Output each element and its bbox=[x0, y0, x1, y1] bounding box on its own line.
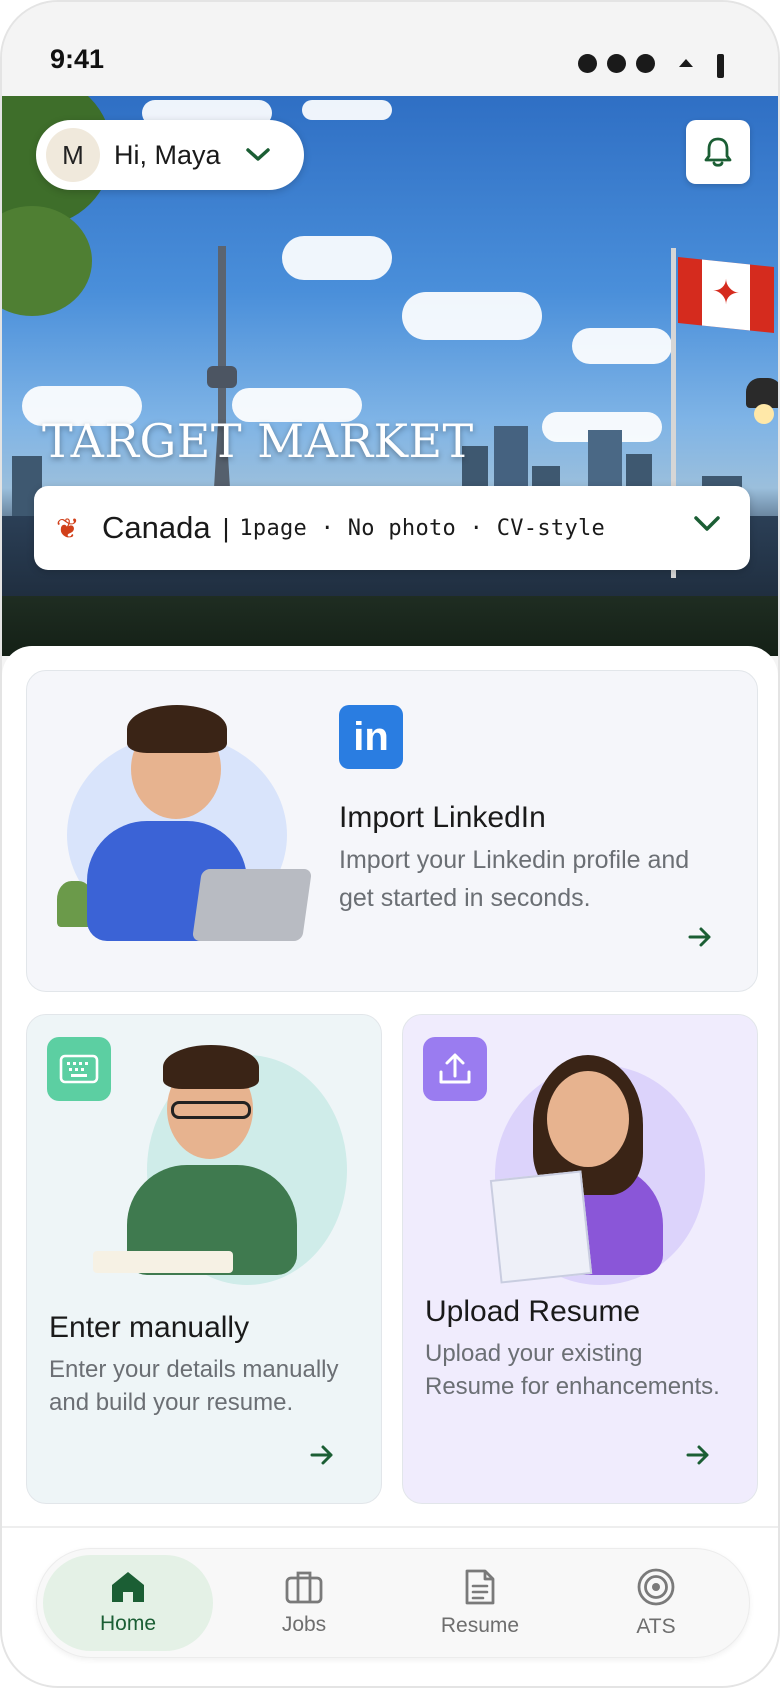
signal-dot-icon bbox=[607, 53, 626, 73]
briefcase-icon bbox=[285, 1571, 323, 1604]
hero-banner: ✦ M Hi, Maya TARGET MARKET ❦ Canada | 1p… bbox=[2, 96, 778, 656]
nav-label: Resume bbox=[440, 1614, 520, 1637]
signal-dot-icon bbox=[578, 53, 597, 73]
linkedin-icon: in bbox=[339, 705, 403, 769]
target-market-select[interactable]: ❦ Canada | 1page · No photo · CV-style bbox=[34, 486, 750, 570]
notebook-icon bbox=[93, 1251, 233, 1273]
card-title: Upload Resume bbox=[425, 1295, 641, 1328]
phone-frame: 9:41 ✦ M Hi, Maya TARGET MARKET ❦ Canada… bbox=[0, 0, 780, 1688]
chevron-down-icon bbox=[245, 148, 270, 161]
home-icon bbox=[112, 1572, 144, 1602]
tree-foliage bbox=[2, 206, 92, 316]
profile-menu-button[interactable]: M Hi, Maya bbox=[36, 120, 304, 190]
nav-item-resume[interactable]: Resume bbox=[395, 1555, 565, 1651]
nav-label: ATS bbox=[636, 1615, 676, 1638]
card-description: Upload your existing Resume for enhancem… bbox=[425, 1340, 720, 1400]
greeting-text: Hi, Maya bbox=[114, 139, 221, 170]
card-description: Enter your details manually and build yo… bbox=[49, 1356, 339, 1416]
notifications-button[interactable] bbox=[686, 120, 750, 184]
bell-icon bbox=[704, 137, 732, 167]
nav-label: Jobs bbox=[281, 1613, 327, 1636]
section-title: TARGET MARKET bbox=[42, 414, 474, 468]
resume-document-icon bbox=[489, 1170, 593, 1284]
market-details: 1page · No photo · CV-style bbox=[239, 515, 606, 541]
target-icon bbox=[637, 1568, 675, 1606]
market-separator: | bbox=[222, 512, 230, 543]
person-hair bbox=[127, 705, 227, 753]
upload-icon bbox=[423, 1037, 487, 1101]
status-bar: 9:41 bbox=[2, 2, 778, 96]
keyboard-icon bbox=[47, 1037, 111, 1101]
arrow-right-icon[interactable] bbox=[685, 1443, 711, 1467]
cloud-shape bbox=[282, 236, 392, 280]
chevron-down-icon bbox=[694, 516, 720, 531]
card-description: Import your Linkedin profile and get sta… bbox=[339, 846, 690, 912]
card-title: Import LinkedIn bbox=[339, 801, 546, 834]
import-linkedin-card[interactable]: in Import LinkedIn Import your Linkedin … bbox=[26, 670, 758, 992]
cloud-shape bbox=[402, 292, 542, 340]
arrow-right-icon[interactable] bbox=[687, 925, 713, 949]
laptop-icon bbox=[191, 869, 313, 941]
cloud-shape bbox=[302, 100, 392, 120]
nav-item-home[interactable]: Home bbox=[43, 1555, 213, 1651]
status-icons bbox=[578, 48, 724, 78]
glasses-icon bbox=[171, 1101, 251, 1119]
person-head bbox=[547, 1071, 629, 1167]
document-icon bbox=[465, 1569, 495, 1605]
signal-dot-icon bbox=[636, 53, 655, 73]
nav-label: Home bbox=[99, 1612, 157, 1635]
nav-item-jobs[interactable]: Jobs bbox=[219, 1555, 389, 1651]
content-sheet: in Import LinkedIn Import your Linkedin … bbox=[2, 646, 778, 1686]
cloud-shape bbox=[572, 328, 672, 364]
lamp-light bbox=[754, 404, 774, 424]
market-country: Canada bbox=[102, 510, 211, 545]
avatar: M bbox=[46, 128, 100, 182]
enter-manually-card[interactable]: Enter manually Enter your details manual… bbox=[26, 1014, 382, 1504]
nav-divider bbox=[2, 1526, 778, 1528]
nav-item-ats[interactable]: ATS bbox=[571, 1555, 741, 1651]
canada-flag: ✦ bbox=[678, 256, 774, 334]
status-time: 9:41 bbox=[50, 44, 105, 74]
person-hair bbox=[163, 1045, 259, 1089]
arrow-right-icon[interactable] bbox=[309, 1443, 335, 1467]
maple-leaf-icon: ✦ bbox=[711, 272, 741, 314]
bottom-nav: Home Jobs Resume ATS bbox=[36, 1548, 750, 1658]
cn-tower-pod bbox=[207, 366, 237, 388]
battery-icon bbox=[717, 54, 724, 78]
wifi-icon bbox=[679, 59, 693, 67]
card-title: Enter manually bbox=[49, 1311, 250, 1344]
maple-leaf-icon: ❦ bbox=[56, 512, 80, 544]
upload-resume-card[interactable]: Upload Resume Upload your existing Resum… bbox=[402, 1014, 758, 1504]
